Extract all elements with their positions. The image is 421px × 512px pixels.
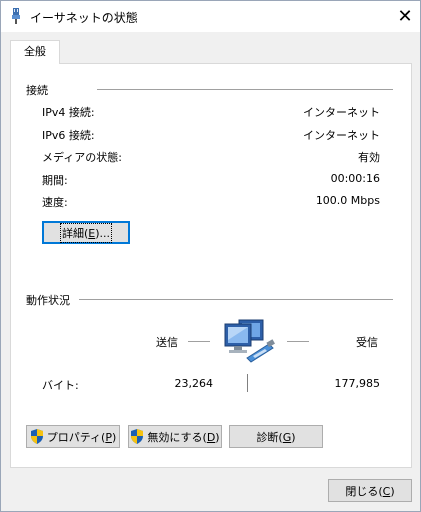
received-label: 受信 [356, 336, 378, 349]
ipv4-connectivity-label: IPv4 接続: [42, 106, 95, 119]
disable-button[interactable]: 無効にする(D) [128, 425, 222, 448]
close-button-label: 閉じる(C) [345, 484, 395, 498]
status-window: イーサネットの状態 ✕ 全般 接続 IPv4 接続: インターネット IPv6 … [0, 0, 421, 512]
network-computers-icon [224, 319, 275, 363]
activity-section-divider [79, 299, 393, 300]
received-line [287, 341, 309, 342]
activity-divider [247, 374, 248, 392]
bytes-received-value: 177,985 [334, 377, 381, 390]
sent-line [188, 341, 210, 342]
connection-section-title: 接続 [26, 82, 51, 98]
tab-general-label: 全般 [24, 45, 46, 58]
speed-value: 100.0 Mbps [315, 194, 380, 207]
ipv6-connectivity-label: IPv6 接続: [42, 129, 95, 142]
close-window-button[interactable]: ✕ [390, 1, 420, 32]
details-button[interactable]: 詳細(E)... [42, 221, 130, 244]
media-state-label: メディアの状態: [42, 151, 122, 164]
ipv6-connectivity-value: インターネット [303, 129, 380, 142]
window-title: イーサネットの状態 [30, 11, 138, 25]
properties-button-label: プロパティ(P) [46, 430, 117, 444]
shield-icon [30, 429, 43, 444]
tab-general[interactable]: 全般 [10, 40, 60, 64]
ethernet-cable-icon [12, 8, 20, 24]
bytes-label: バイト: [42, 379, 79, 392]
duration-value: 00:00:16 [330, 172, 380, 185]
tab-panel-general [10, 63, 412, 468]
speed-label: 速度: [42, 196, 68, 209]
disable-button-label: 無効にする(D) [147, 430, 220, 444]
duration-label: 期間: [42, 174, 68, 187]
bytes-sent-value: 23,264 [174, 377, 214, 390]
diagnose-button[interactable]: 診断(G) [229, 425, 323, 448]
ipv4-connectivity-value: インターネット [303, 106, 380, 119]
title-bar: イーサネットの状態 ✕ [1, 1, 420, 32]
activity-section-title: 動作状況 [26, 292, 73, 308]
connection-section-divider [97, 89, 393, 90]
media-state-value: 有効 [358, 151, 380, 164]
close-button[interactable]: 閉じる(C) [328, 479, 412, 502]
close-icon: ✕ [397, 6, 413, 27]
diagnose-button-label: 診断(G) [256, 430, 296, 444]
details-button-label: 詳細(E)... [59, 222, 113, 243]
sent-label: 送信 [156, 336, 178, 349]
properties-button[interactable]: プロパティ(P) [26, 425, 120, 448]
shield-icon [131, 429, 144, 444]
